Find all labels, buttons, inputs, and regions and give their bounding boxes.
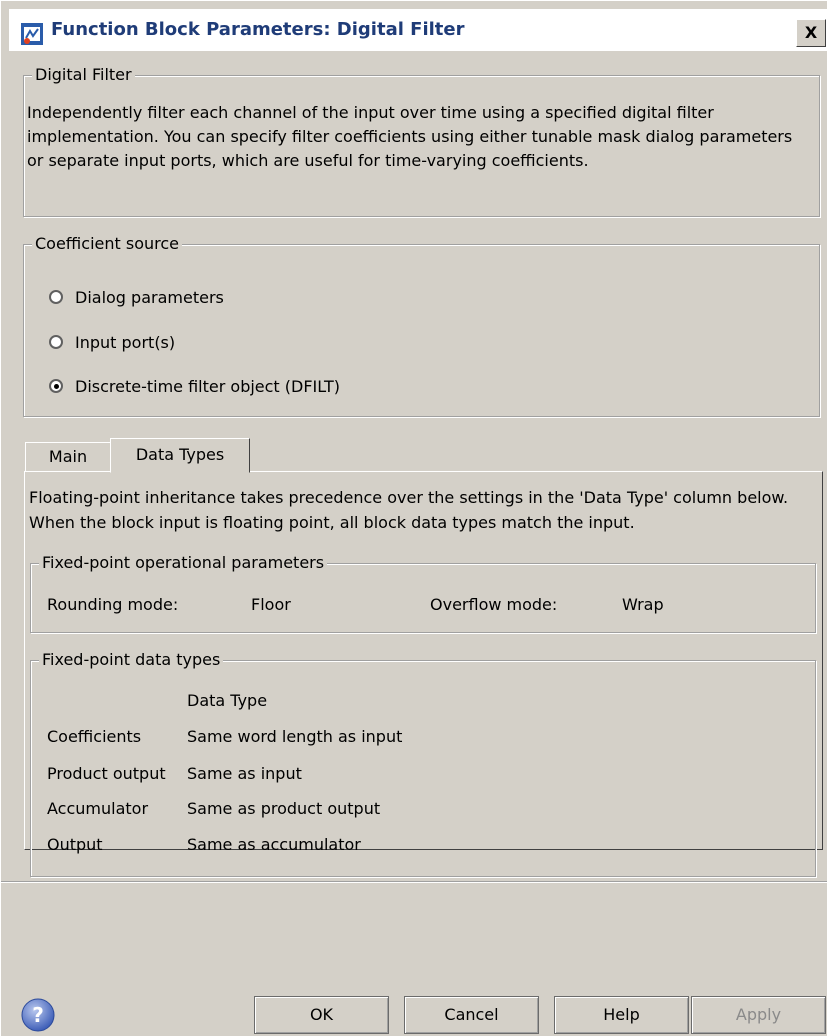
- divider: [1, 881, 827, 883]
- block-description: Independently filter each channel of the…: [27, 103, 793, 170]
- help-button[interactable]: Help: [554, 996, 689, 1034]
- row-name-accumulator: Accumulator: [47, 799, 149, 818]
- radio-circle[interactable]: [49, 335, 63, 349]
- radio-dfilt-object[interactable]: Discrete-time filter object (DFILT): [49, 374, 340, 398]
- row-name-output: Output: [47, 835, 103, 854]
- radio-dialog-parameters[interactable]: Dialog parameters: [49, 285, 224, 309]
- help-question-icon[interactable]: ?: [21, 998, 55, 1032]
- row-name-product-output: Product output: [47, 764, 166, 783]
- row-value-output: Same as accumulator: [187, 835, 361, 854]
- group-legend-coefficient-source: Coefficient source: [32, 234, 182, 253]
- tab-data-types[interactable]: Data Types: [110, 438, 250, 473]
- radio-label: Input port(s): [75, 332, 176, 352]
- radio-input-ports[interactable]: Input port(s): [49, 330, 175, 354]
- tab-label: Main: [48, 447, 88, 466]
- row-value-product-output: Same as input: [187, 764, 302, 783]
- overflow-mode-value: Wrap: [622, 595, 664, 614]
- radio-circle-selected[interactable]: [49, 379, 63, 393]
- row-value-accumulator: Same as product output: [187, 799, 381, 818]
- title-bar: Function Block Parameters: Digital Filte…: [9, 9, 827, 51]
- tab-label: Data Types: [135, 445, 225, 464]
- radio-label: Discrete-time filter object (DFILT): [75, 376, 340, 396]
- window-title: Function Block Parameters: Digital Filte…: [51, 19, 465, 40]
- row-value-coefficients: Same word length as input: [187, 727, 403, 746]
- apply-button[interactable]: Apply: [691, 996, 826, 1034]
- radio-circle[interactable]: [49, 290, 63, 304]
- close-button[interactable]: X: [796, 19, 826, 47]
- apply-button-label: Apply: [735, 1005, 782, 1024]
- cancel-button[interactable]: Cancel: [404, 996, 539, 1034]
- cancel-button-label: Cancel: [444, 1005, 499, 1024]
- rounding-mode-value: Floor: [251, 595, 291, 614]
- simulink-block-icon: [21, 23, 43, 45]
- overflow-mode-label: Overflow mode:: [430, 595, 558, 614]
- group-legend-digital-filter: Digital Filter: [32, 65, 135, 84]
- dialog-window: Function Block Parameters: Digital Filte…: [0, 0, 827, 1036]
- ok-button[interactable]: OK: [254, 996, 389, 1034]
- close-icon: X: [804, 23, 818, 42]
- ok-button-label: OK: [309, 1005, 334, 1024]
- row-name-coefficients: Coefficients: [47, 727, 142, 746]
- group-legend-operational: Fixed-point operational parameters: [39, 553, 328, 572]
- group-legend-data-types: Fixed-point data types: [39, 650, 224, 669]
- data-type-column-header: Data Type: [187, 691, 268, 710]
- radio-label: Dialog parameters: [75, 287, 224, 307]
- help-button-label: Help: [603, 1005, 640, 1024]
- rounding-mode-label: Rounding mode:: [47, 595, 179, 614]
- tab-main[interactable]: Main: [25, 442, 111, 472]
- inheritance-info-text: Floating-point inheritance takes precede…: [29, 488, 789, 532]
- svg-text:?: ?: [32, 1003, 44, 1027]
